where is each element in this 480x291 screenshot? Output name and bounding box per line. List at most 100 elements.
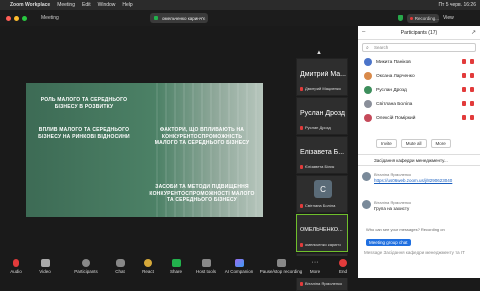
share-owner-label: омельченко каринч'є: [162, 15, 206, 21]
security-shield-icon[interactable]: [398, 15, 403, 21]
pause-icon: [276, 259, 286, 267]
search-icon: ⌕: [366, 45, 369, 51]
thumbnail-name: Елізавета Б...: [300, 149, 345, 156]
participant-status: [462, 101, 474, 106]
avatar: [364, 86, 372, 94]
message-body: Група на захисту: [374, 206, 410, 211]
muted-mic-icon: [300, 165, 303, 169]
participant-status: [462, 59, 474, 64]
chat-bubble-icon: [115, 259, 125, 267]
more-toolbar-button[interactable]: ··· More: [302, 259, 328, 274]
muted-mic-icon: [300, 243, 303, 247]
meeting-toolbar: Audio Video Participants Chat React Shar…: [0, 256, 358, 278]
muted-mic-icon: [13, 259, 19, 267]
chat-recipient-select[interactable]: Meeting group chat: [366, 239, 411, 246]
thumbnail-omelchenko[interactable]: ОМЕЛЬЧЕНКО... омельченко каринч: [296, 214, 348, 252]
menu-edit[interactable]: Edit: [82, 2, 91, 8]
participant-name: Микита Паніков: [376, 59, 411, 65]
record-dot-icon: [410, 16, 413, 20]
smiley-icon: [144, 259, 152, 267]
share-screen-icon: [171, 259, 181, 267]
share-button[interactable]: Share: [163, 259, 189, 274]
ai-sparkle-icon: [234, 259, 244, 267]
thumbnail-subname: Світлана Боліла: [305, 203, 336, 208]
participants-title: Participants (17): [400, 30, 438, 36]
participant-name: Руслан Дрозд: [376, 87, 407, 93]
pause-recording-button[interactable]: Pause/stop recording: [258, 259, 304, 274]
participant-status: [462, 73, 474, 78]
list-item[interactable]: Оксана Ларченко: [358, 69, 480, 83]
recording-indicator[interactable]: Recording...: [407, 13, 439, 23]
message-link[interactable]: https://us06web.zoom.us/j/8290623040: [374, 178, 452, 183]
meeting-titlebar: Meeting омельченко каринч'є: [0, 10, 358, 26]
video-label: Video: [39, 269, 51, 274]
close-icon[interactable]: ↗: [471, 29, 476, 36]
traffic-lights: [6, 15, 27, 21]
message-sender: Віталіна Ярмоленко: [374, 200, 412, 205]
menubar-clock: Пт 5 черв. 16:26: [438, 2, 476, 8]
thumbnail-dmytro[interactable]: Дмитрий Ма... Дмитрий Мациенко: [296, 58, 348, 96]
muted-mic-icon: [462, 87, 466, 92]
muted-mic-icon: [300, 282, 303, 286]
slide-text-methods: ЗАСОБИ ТА МЕТОДИ ПІДВИЩЕННЯ КОНКУРЕНТОСП…: [149, 184, 255, 203]
thumbnail-svitlana[interactable]: С Світлана Боліла: [296, 175, 348, 213]
close-window-icon[interactable]: [6, 15, 11, 21]
invite-button[interactable]: Invite: [376, 138, 397, 148]
ai-companion-button[interactable]: AI Companion: [222, 259, 256, 274]
thumbnail-name: ОМЕЛЬЧЕНКО...: [300, 227, 343, 233]
muted-mic-icon: [462, 115, 466, 120]
menu-window[interactable]: Window: [98, 2, 116, 8]
more-button[interactable]: More: [430, 138, 451, 148]
muted-mic-icon: [300, 126, 303, 130]
window-title: Meeting: [41, 15, 59, 21]
muted-mic-icon: [462, 73, 466, 78]
minimize-window-icon[interactable]: [14, 15, 19, 21]
participant-name: Світлана Боліла: [376, 101, 413, 107]
share-label: Share: [169, 269, 182, 274]
menu-help[interactable]: Help: [122, 2, 132, 8]
menu-meeting[interactable]: Meeting: [57, 2, 75, 8]
participant-actions: Invite Mute all More: [358, 137, 480, 149]
react-label: React: [142, 269, 154, 274]
list-item[interactable]: Олексій Поміркий: [358, 111, 480, 125]
chat-visibility-note[interactable]: Who can see your messages? Recording on: [366, 227, 445, 232]
more-label: More: [309, 269, 321, 274]
participant-search-input[interactable]: ⌕ Search: [362, 43, 476, 52]
list-item[interactable]: Руслан Дрозд: [358, 83, 480, 97]
participant-status: [462, 87, 474, 92]
participants-button[interactable]: Participants: [72, 259, 100, 274]
view-button[interactable]: View: [443, 15, 454, 21]
chat-header[interactable]: Засідання кафедри менеджменту...: [358, 154, 480, 166]
slide-text-role: РОЛЬ МАЛОГО ТА СЕРЕДНЬОГО БІЗНЕСУ В РОЗВ…: [40, 97, 128, 110]
zoom-window-icon[interactable]: [22, 15, 27, 21]
list-item[interactable]: Світлана Боліла: [358, 97, 480, 111]
chat-button[interactable]: Chat: [107, 259, 133, 274]
more-dots-icon: ···: [311, 259, 319, 266]
thumbnail-subname: Єлізавета Білик: [305, 164, 335, 169]
screen-share-indicator[interactable]: омельченко каринч'є: [150, 13, 208, 23]
muted-mic-icon: [300, 87, 303, 91]
list-item[interactable]: Микита Паніков: [358, 55, 480, 69]
muted-mic-icon: [462, 59, 466, 64]
chat-message-input[interactable]: Message Засідання кафедри менеджменту та…: [362, 248, 476, 272]
audio-button[interactable]: Audio: [3, 259, 29, 274]
video-button[interactable]: Video: [32, 259, 58, 274]
pause-label: Pause/stop recording: [259, 269, 303, 274]
chevron-up-icon[interactable]: ▲: [316, 50, 322, 56]
muted-mic-icon: [462, 101, 466, 106]
thumbnail-elizaveta[interactable]: Елізавета Б... Єлізавета Білик: [296, 136, 348, 174]
search-placeholder: Search: [374, 45, 389, 50]
menu-app-name[interactable]: Zoom Workplace: [10, 2, 50, 8]
shared-screen: РОЛЬ МАЛОГО ТА СЕРЕДНЬОГО БІЗНЕСУ В РОЗВ…: [26, 83, 263, 217]
avatar: [364, 114, 372, 122]
host-tools-button[interactable]: Host tools: [191, 259, 221, 274]
panel-topbar: Recording... View: [358, 10, 480, 26]
thumbnail-name: Дмитрий Ма...: [300, 71, 346, 78]
thumbnail-ruslan[interactable]: Руслан Дрозд Руслан Дрозд: [296, 97, 348, 135]
video-off-icon: [470, 59, 474, 64]
end-button[interactable]: End: [330, 259, 356, 274]
video-off-icon: [470, 73, 474, 78]
participant-status: [462, 115, 474, 120]
react-button[interactable]: React: [135, 259, 161, 274]
mute-all-button[interactable]: Mute all: [400, 138, 427, 148]
